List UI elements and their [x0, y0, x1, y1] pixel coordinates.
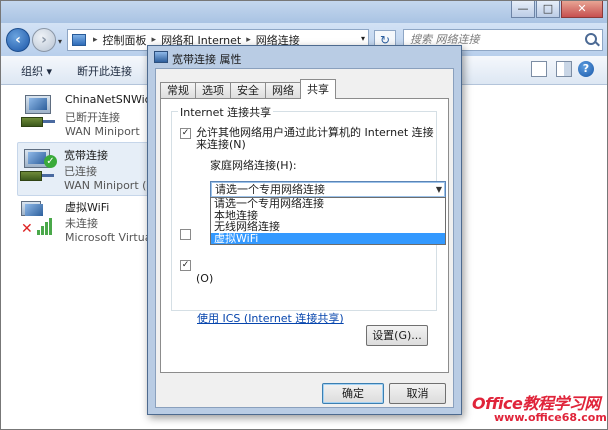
- connected-check-icon: ✓: [44, 155, 57, 168]
- dropdown-option[interactable]: 请选一个专用网络连接: [211, 198, 445, 210]
- dialog-body: 常规 选项 安全 网络 共享 Internet 连接共享 ✓ 允许其他网络用户通…: [155, 68, 454, 408]
- breadcrumb-control-panel[interactable]: 控制面板: [103, 32, 147, 48]
- connection-name: ChinaNetSNWide: [65, 93, 159, 106]
- address-dropdown-icon[interactable]: ▾: [361, 34, 365, 43]
- watermark-url: www.office68.com: [494, 411, 607, 424]
- chevron-right-icon: ▸: [246, 35, 251, 45]
- dial-on-demand-suffix: (O): [196, 272, 214, 285]
- minimize-button[interactable]: —: [511, 1, 535, 18]
- home-network-label: 家庭网络连接(H):: [210, 159, 297, 172]
- ics-help-link[interactable]: 使用 ICS (Internet 连接共享): [197, 310, 344, 326]
- allow-sharing-checkbox[interactable]: ✓: [180, 128, 191, 139]
- chevron-down-icon: ▼: [435, 185, 442, 194]
- tab-networking[interactable]: 网络: [265, 82, 301, 99]
- cancel-button[interactable]: 取消: [389, 383, 446, 404]
- home-network-select[interactable]: 请选一个专用网络连接 ▼: [210, 181, 446, 198]
- signal-bars-icon: [37, 215, 59, 235]
- dial-on-demand-checkbox[interactable]: ✓: [180, 260, 191, 271]
- allow-control-checkbox[interactable]: [180, 229, 191, 240]
- tab-options[interactable]: 选项: [195, 82, 231, 99]
- properties-dialog: 宽带连接 属性 常规 选项 安全 网络 共享 Internet 连接共享 ✓ 允…: [147, 45, 462, 415]
- connection-status: 已断开连接: [65, 111, 120, 124]
- connection-status: 未连接: [65, 217, 98, 230]
- settings-button[interactable]: 设置(G)...: [366, 325, 428, 346]
- forward-button[interactable]: ›: [32, 28, 56, 52]
- maximize-button[interactable]: □: [536, 1, 560, 18]
- network-adapter-icon: ✓: [20, 149, 57, 183]
- tab-general[interactable]: 常规: [160, 82, 196, 99]
- title-bar: — □ ✕: [1, 1, 607, 23]
- close-button[interactable]: ✕: [561, 1, 603, 18]
- allow-sharing-label: 允许其他网络用户通过此计算机的 Internet 连接 来连接(N): [196, 126, 434, 151]
- tab-sharing[interactable]: 共享: [300, 79, 336, 99]
- connection-item-selected[interactable]: ✓ 宽带连接 已连接 WAN Miniport (P: [17, 142, 153, 196]
- connection-name: 宽带连接: [64, 149, 108, 162]
- ok-button[interactable]: 确定: [322, 383, 384, 404]
- dropdown-option-selected[interactable]: 虚拟WiFi: [211, 232, 445, 244]
- control-panel-icon: [72, 34, 86, 46]
- wifi-adapter-icon: ✕: [21, 201, 59, 237]
- connection-device: WAN Miniport (P: [64, 179, 154, 192]
- history-dropdown-icon[interactable]: ▾: [58, 37, 62, 46]
- help-icon[interactable]: ?: [578, 61, 594, 77]
- tab-security[interactable]: 安全: [230, 82, 266, 99]
- connection-device: Microsoft Virtual: [65, 231, 155, 244]
- connection-item[interactable]: ChinaNetSNWide 已断开连接 WAN Miniport: [19, 89, 159, 141]
- connection-device: WAN Miniport: [65, 125, 140, 138]
- home-network-dropdown: 请选一个专用网络连接 本地连接 无线网络连接 虚拟WiFi: [210, 197, 446, 245]
- network-adapter-icon: [21, 95, 57, 129]
- search-icon: [585, 33, 597, 45]
- tab-strip: 常规 选项 安全 网络 共享: [160, 79, 336, 99]
- group-title: Internet 连接共享: [178, 104, 274, 120]
- chevron-right-icon: ▸: [93, 35, 98, 45]
- preview-pane-icon[interactable]: [556, 61, 572, 77]
- connection-item[interactable]: ✕ 虚拟WiFi 未连接 Microsoft Virtual: [19, 195, 159, 247]
- sharing-panel: Internet 连接共享 ✓ 允许其他网络用户通过此计算机的 Internet…: [160, 98, 449, 373]
- window-buttons: — □ ✕: [510, 1, 603, 18]
- back-button[interactable]: ‹: [6, 28, 30, 52]
- chevron-right-icon: ▸: [151, 35, 157, 45]
- dialog-title: 宽带连接 属性: [172, 53, 242, 66]
- disconnect-button[interactable]: 断开此连接: [77, 63, 132, 79]
- dropdown-option[interactable]: 本地连接: [211, 210, 445, 222]
- connection-name: 虚拟WiFi: [65, 201, 110, 214]
- combo-value: 请选一个专用网络连接: [215, 183, 325, 196]
- dropdown-option[interactable]: 无线网络连接: [211, 221, 445, 233]
- connection-status: 已连接: [64, 165, 97, 178]
- connection-icon: [154, 51, 168, 63]
- view-options-icon[interactable]: [531, 61, 547, 77]
- organize-menu[interactable]: 组织 ▾: [21, 63, 52, 79]
- disconnected-x-icon: ✕: [21, 221, 33, 237]
